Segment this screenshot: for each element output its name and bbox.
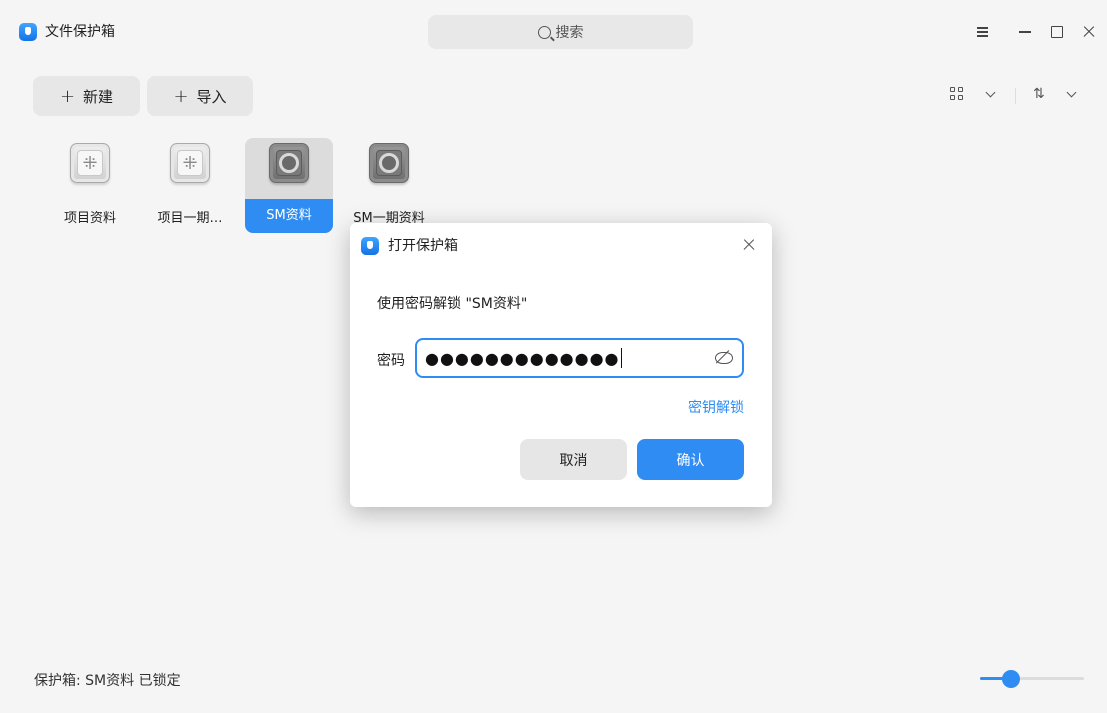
plus-icon: + [173, 85, 189, 107]
new-vault-label: 新建 [83, 87, 114, 106]
slider-thumb[interactable] [1002, 670, 1020, 688]
sort-chevron-down-icon[interactable] [1066, 87, 1077, 98]
maximize-icon [1051, 26, 1063, 38]
vault-item-selected[interactable]: SM资料 [245, 138, 333, 234]
text-caret [620, 348, 622, 368]
search-placeholder: 搜索 [555, 25, 584, 41]
vault-item[interactable]: ⁜ 项目一期… [146, 138, 234, 234]
dialog-close-icon[interactable] [742, 238, 756, 252]
icon-view-icon[interactable] [950, 87, 966, 103]
vault-item[interactable]: SM一期资料 [345, 138, 433, 234]
sort-icon[interactable]: ⇅ [1033, 86, 1045, 102]
hide-password-eye-icon[interactable] [714, 350, 733, 364]
search-icon [537, 25, 551, 39]
title-bar: 文件保护箱 搜索 [0, 0, 1107, 64]
status-text: 保护箱: SM资料 已锁定 [34, 673, 181, 689]
import-vault-button[interactable]: + 导入 [147, 76, 253, 116]
main-menu-button[interactable] [970, 20, 994, 44]
cancel-button[interactable]: 取消 [520, 439, 627, 480]
maximize-button[interactable] [1045, 20, 1069, 44]
password-field[interactable]: ●●●●●●●●●●●●● [415, 338, 744, 378]
dialog-app-icon [361, 237, 379, 255]
toolbar-divider [1015, 88, 1016, 104]
password-value: ●●●●●●●●●●●●● [425, 348, 620, 368]
plus-icon: + [59, 85, 76, 107]
search-box[interactable]: 搜索 [428, 15, 693, 49]
vault-label: SM资料 [245, 199, 333, 233]
dialog-prompt: 使用密码解锁 "SM资料" [377, 296, 528, 312]
app-logo-icon [19, 23, 37, 41]
open-vault-dialog: 打开保护箱 使用密码解锁 "SM资料" 密码 ●●●●●●●●●●●●● 密钥解… [350, 223, 772, 507]
import-vault-label: 导入 [196, 87, 227, 106]
app-title: 文件保护箱 [45, 24, 115, 40]
vault-label: 项目资料 [63, 211, 116, 226]
new-vault-button[interactable]: + 新建 [33, 76, 140, 116]
menu-icon [976, 31, 988, 33]
vault-item[interactable]: ⁜ 项目资料 [46, 138, 134, 234]
window-close-button[interactable] [1077, 20, 1101, 44]
minimize-icon [1019, 31, 1031, 33]
vault-locked-icon [369, 143, 409, 183]
key-unlock-link[interactable]: 密钥解锁 [688, 397, 744, 417]
vault-unlocked-icon: ⁜ [170, 143, 210, 183]
minimize-button[interactable] [1013, 20, 1037, 44]
view-mode-chevron-down-icon[interactable] [985, 87, 996, 98]
vault-unlocked-icon: ⁜ [70, 143, 110, 183]
dialog-title: 打开保护箱 [388, 238, 458, 254]
vault-locked-icon [269, 143, 309, 183]
icon-size-slider[interactable] [980, 670, 1084, 688]
password-label: 密码 [377, 353, 405, 369]
confirm-button[interactable]: 确认 [637, 439, 744, 480]
close-icon [1082, 25, 1096, 39]
app-window: 文件保护箱 搜索 + 新建 + 导入 ⇅ ⁜ 项目资料 ⁜ 项目一期… SM资料 [0, 0, 1107, 713]
vault-label: 项目一期… [157, 211, 223, 226]
